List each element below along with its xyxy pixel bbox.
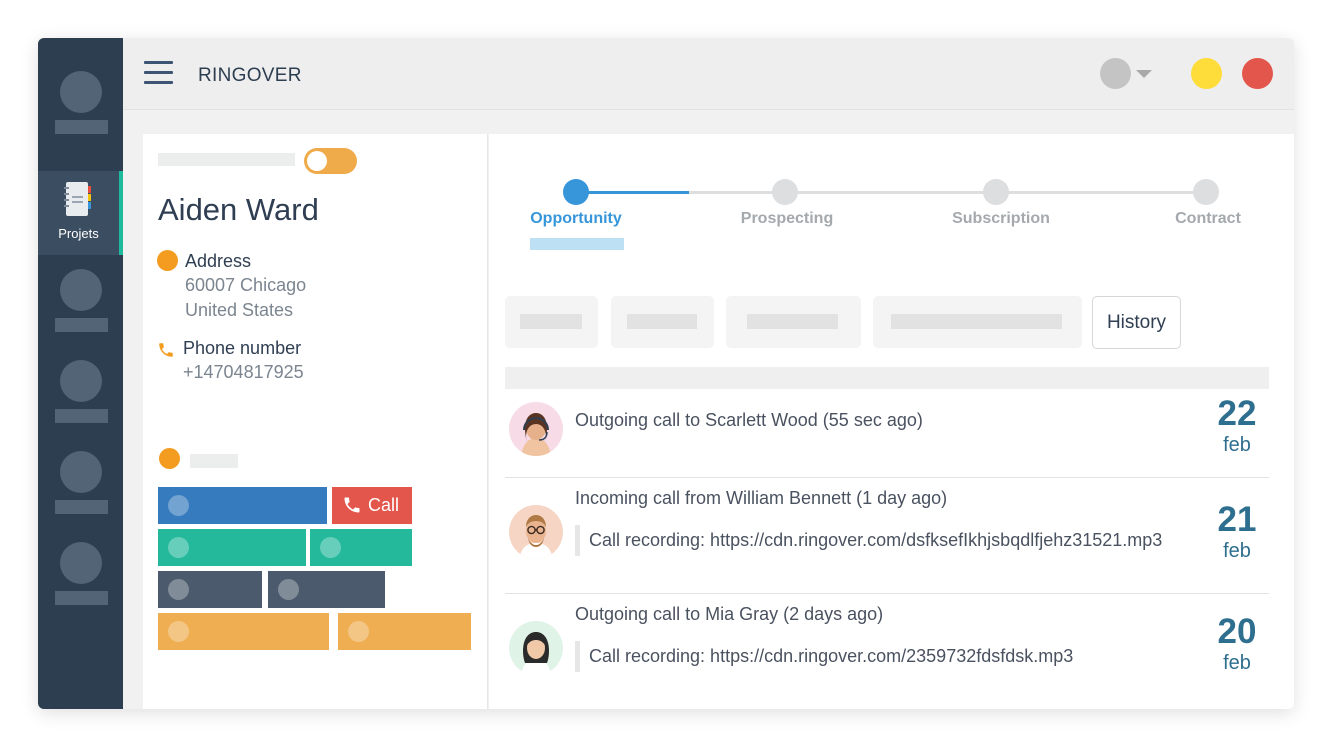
contact-toggle[interactable]	[304, 148, 357, 174]
step-label-contract[interactable]: Contract	[1138, 210, 1278, 228]
sidebar-item-icon[interactable]	[60, 71, 102, 113]
avatar	[509, 402, 563, 456]
active-step-underline	[530, 238, 624, 250]
avatar-woman-headset	[521, 413, 551, 456]
step-dot-contract[interactable]	[1193, 179, 1219, 205]
action-block[interactable]	[310, 529, 412, 566]
history-month: feb	[1223, 540, 1251, 562]
step-dot-opportunity[interactable]	[563, 179, 589, 205]
sidebar: Projets	[38, 38, 123, 709]
main-panel: Opportunity Prospecting Subscription Con…	[489, 134, 1294, 709]
contact-panel: Aiden Ward Address 60007 Chicago United …	[143, 134, 488, 709]
action-block[interactable]	[268, 571, 385, 608]
step-label-opportunity[interactable]: Opportunity	[506, 210, 646, 228]
phone-icon	[159, 343, 173, 357]
tag-placeholder	[190, 454, 238, 468]
history-text: Outgoing call to Mia Gray (2 days ago)	[575, 604, 884, 624]
tab[interactable]	[873, 296, 1082, 348]
action-block[interactable]	[158, 487, 327, 524]
sidebar-item-label: Projets	[58, 226, 99, 241]
minimize-button[interactable]	[1191, 58, 1222, 89]
chevron-down-icon[interactable]	[1136, 70, 1152, 78]
tag-dot-icon	[159, 448, 180, 469]
brand-logo: RINGOVER	[198, 65, 302, 86]
call-recording-link[interactable]: Call recording: https://cdn.ringover.com…	[575, 641, 1073, 672]
pipeline-track	[689, 191, 1206, 194]
avatar-woman	[521, 632, 551, 675]
tab[interactable]	[611, 296, 714, 348]
sidebar-item-label-placeholder	[55, 120, 108, 134]
tab[interactable]	[726, 296, 861, 348]
call-button-label: Call	[368, 495, 400, 515]
step-dot-prospecting[interactable]	[772, 179, 798, 205]
history-day: 22	[1217, 394, 1257, 433]
history-month: feb	[1223, 652, 1251, 674]
sidebar-item-icon[interactable]	[60, 451, 102, 493]
action-block[interactable]	[158, 571, 262, 608]
active-indicator	[119, 171, 123, 255]
history-row[interactable]: Outgoing call to Mia Gray (2 days ago) C…	[505, 594, 1269, 709]
close-button[interactable]	[1242, 58, 1273, 89]
step-dot-subscription[interactable]	[983, 179, 1009, 205]
history-text: Incoming call from William Bennett (1 da…	[575, 488, 948, 508]
history-row[interactable]: Incoming call from William Bennett (1 da…	[505, 478, 1269, 594]
history-row[interactable]: Outgoing call to Scarlett Wood (55 sec a…	[505, 389, 1269, 478]
sidebar-item-icon[interactable]	[60, 269, 102, 311]
sidebar-item-label-placeholder	[55, 409, 108, 423]
top-bar: RINGOVER	[123, 38, 1294, 110]
sidebar-item-label-placeholder	[55, 500, 108, 514]
call-recording-link[interactable]: Call recording: https://cdn.ringover.com…	[575, 525, 1162, 556]
avatar	[509, 505, 563, 559]
sidebar-item-icon[interactable]	[60, 542, 102, 584]
app-window: Projets RINGOVER Aiden Ward Address 6000…	[38, 38, 1294, 709]
phone-value[interactable]: +14704817925	[183, 362, 304, 383]
pipeline-progress	[574, 191, 689, 194]
history-day: 20	[1217, 612, 1257, 651]
step-label-subscription[interactable]: Subscription	[931, 210, 1071, 228]
step-label-prospecting[interactable]: Prospecting	[717, 210, 857, 228]
phone-icon	[344, 497, 360, 513]
action-block[interactable]	[158, 613, 329, 650]
action-block[interactable]	[158, 529, 306, 566]
sidebar-item-label-placeholder	[55, 318, 108, 332]
history-text: Outgoing call to Scarlett Wood (55 sec a…	[575, 410, 923, 430]
toggle-knob	[307, 151, 327, 171]
contact-name: Aiden Ward	[158, 192, 319, 227]
tab-history[interactable]: History	[1092, 296, 1181, 349]
address-label: Address	[185, 251, 252, 271]
menu-icon[interactable]	[144, 61, 173, 84]
avatar	[509, 621, 563, 675]
call-button[interactable]: Call	[332, 487, 412, 524]
action-block[interactable]	[338, 613, 471, 650]
address-dot-icon	[157, 250, 178, 271]
address-line2: United States	[185, 300, 294, 320]
projects-notebook-icon	[64, 182, 91, 216]
history-day: 21	[1217, 500, 1257, 539]
sidebar-item-label-placeholder	[55, 591, 108, 605]
label-placeholder	[158, 153, 295, 166]
history-month: feb	[1223, 434, 1251, 456]
address-line1: 60007 Chicago	[185, 275, 307, 295]
status-dot-icon[interactable]	[1100, 58, 1131, 89]
sidebar-item-icon[interactable]	[60, 360, 102, 402]
history-list-header	[505, 367, 1269, 389]
tab[interactable]	[505, 296, 598, 348]
sidebar-item-projets[interactable]: Projets	[38, 171, 123, 255]
phone-label: Phone number	[183, 338, 302, 358]
avatar-man-glasses	[519, 515, 553, 559]
